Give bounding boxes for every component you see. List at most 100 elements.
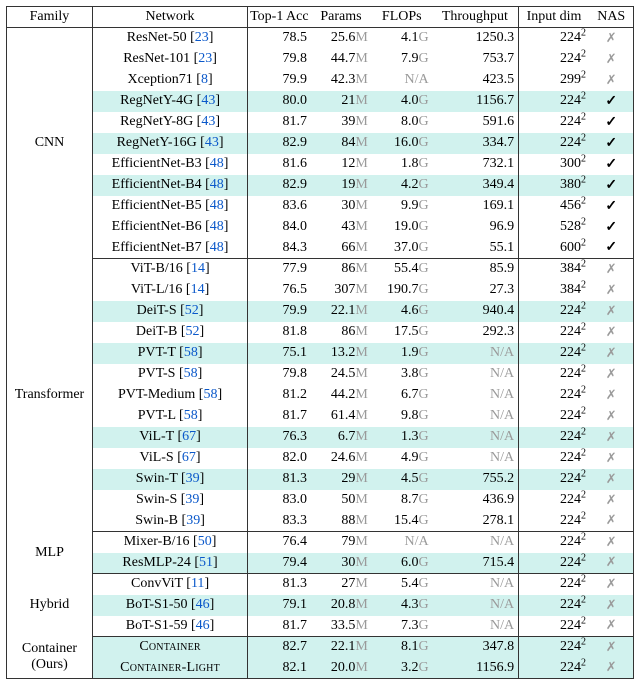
top1-cell: 82.9 <box>248 133 311 154</box>
inputdim-cell: 3002 <box>518 154 589 175</box>
top1-cell: 78.5 <box>248 28 311 49</box>
params-cell: 66M <box>311 238 372 259</box>
inputdim-cell: 2992 <box>518 70 589 91</box>
network-cell: EfficientNet-B6 [48] <box>92 217 247 238</box>
throughput-cell: 755.2 <box>432 469 518 490</box>
inputdim-cell: 2242 <box>518 133 589 154</box>
nas-cell: ✗ <box>589 469 633 490</box>
flops-cell: 4.6G <box>371 301 432 322</box>
throughput-cell: 753.7 <box>432 49 518 70</box>
network-cell: RegNetY-16G [43] <box>92 133 247 154</box>
params-cell: 307M <box>311 280 372 301</box>
inputdim-cell: 2242 <box>518 385 589 406</box>
network-cell: RegNetY-4G [43] <box>92 91 247 112</box>
flops-cell: 8.7G <box>371 490 432 511</box>
throughput-cell: 55.1 <box>432 238 518 259</box>
network-cell: PVT-S [58] <box>92 364 247 385</box>
params-cell: 39M <box>311 112 372 133</box>
flops-cell: 4.3G <box>371 595 432 616</box>
inputdim-cell: 3842 <box>518 259 589 280</box>
inputdim-cell: 3842 <box>518 280 589 301</box>
top1-cell: 82.1 <box>248 658 311 679</box>
inputdim-cell: 2242 <box>518 637 589 658</box>
nas-cell: ✗ <box>589 427 633 448</box>
throughput-cell: 85.9 <box>432 259 518 280</box>
params-cell: 13.2M <box>311 343 372 364</box>
top1-cell: 83.3 <box>248 511 311 532</box>
network-cell: DeiT-S [52] <box>92 301 247 322</box>
network-cell: PVT-L [58] <box>92 406 247 427</box>
inputdim-cell: 2242 <box>518 595 589 616</box>
network-cell: ViL-S [67] <box>92 448 247 469</box>
nas-cell: ✓ <box>589 154 633 175</box>
flops-cell: 37.0G <box>371 238 432 259</box>
inputdim-cell: 2242 <box>518 616 589 637</box>
params-cell: 20.0M <box>311 658 372 679</box>
nas-cell: ✗ <box>589 595 633 616</box>
params-cell: 79M <box>311 532 372 553</box>
throughput-cell: 278.1 <box>432 511 518 532</box>
flops-cell: 1.3G <box>371 427 432 448</box>
nas-cell: ✗ <box>589 511 633 532</box>
nas-cell: ✗ <box>589 301 633 322</box>
throughput-cell: 591.6 <box>432 112 518 133</box>
throughput-cell: 169.1 <box>432 196 518 217</box>
hdr-inputdim: Input dim <box>518 7 589 28</box>
nas-cell: ✗ <box>589 574 633 595</box>
nas-cell: ✗ <box>589 259 633 280</box>
flops-cell: 55.4G <box>371 259 432 280</box>
network-cell: RegNetY-8G [43] <box>92 112 247 133</box>
network-cell: Container <box>92 637 247 658</box>
hdr-flops: FLOPs <box>371 7 432 28</box>
throughput-cell: N/A <box>432 406 518 427</box>
inputdim-cell: 2242 <box>518 553 589 574</box>
flops-cell: 1.9G <box>371 343 432 364</box>
params-cell: 12M <box>311 154 372 175</box>
flops-cell: 190.7G <box>371 280 432 301</box>
family-cell: Transformer <box>7 259 93 532</box>
inputdim-cell: 4562 <box>518 196 589 217</box>
inputdim-cell: 2242 <box>518 574 589 595</box>
network-cell: Swin-B [39] <box>92 511 247 532</box>
nas-cell: ✗ <box>589 637 633 658</box>
nas-cell: ✗ <box>589 364 633 385</box>
flops-cell: 9.8G <box>371 406 432 427</box>
nas-cell: ✗ <box>589 448 633 469</box>
nas-cell: ✗ <box>589 280 633 301</box>
network-cell: DeiT-B [52] <box>92 322 247 343</box>
network-cell: EfficientNet-B4 [48] <box>92 175 247 196</box>
network-cell: BoT-S1-59 [46] <box>92 616 247 637</box>
inputdim-cell: 2242 <box>518 112 589 133</box>
params-cell: 24.6M <box>311 448 372 469</box>
params-cell: 24.5M <box>311 364 372 385</box>
params-cell: 30M <box>311 553 372 574</box>
inputdim-cell: 3802 <box>518 175 589 196</box>
top1-cell: 80.0 <box>248 91 311 112</box>
params-cell: 88M <box>311 511 372 532</box>
nas-cell: ✓ <box>589 217 633 238</box>
nas-cell: ✓ <box>589 196 633 217</box>
nas-cell: ✗ <box>589 553 633 574</box>
inputdim-cell: 2242 <box>518 28 589 49</box>
flops-cell: 19.0G <box>371 217 432 238</box>
flops-cell: 4.2G <box>371 175 432 196</box>
inputdim-cell: 2242 <box>518 658 589 679</box>
network-cell: ViT-L/16 [14] <box>92 280 247 301</box>
top1-cell: 82.9 <box>248 175 311 196</box>
flops-cell: 7.3G <box>371 616 432 637</box>
flops-cell: 4.1G <box>371 28 432 49</box>
network-cell: EfficientNet-B3 [48] <box>92 154 247 175</box>
top1-cell: 79.9 <box>248 301 311 322</box>
params-cell: 21M <box>311 91 372 112</box>
throughput-cell: N/A <box>432 448 518 469</box>
inputdim-cell: 2242 <box>518 322 589 343</box>
params-cell: 86M <box>311 322 372 343</box>
top1-cell: 83.6 <box>248 196 311 217</box>
flops-cell: 4.5G <box>371 469 432 490</box>
throughput-cell: N/A <box>432 364 518 385</box>
network-cell: Xception71 [8] <box>92 70 247 91</box>
inputdim-cell: 6002 <box>518 238 589 259</box>
throughput-cell: 96.9 <box>432 217 518 238</box>
params-cell: 20.8M <box>311 595 372 616</box>
nas-cell: ✗ <box>589 49 633 70</box>
